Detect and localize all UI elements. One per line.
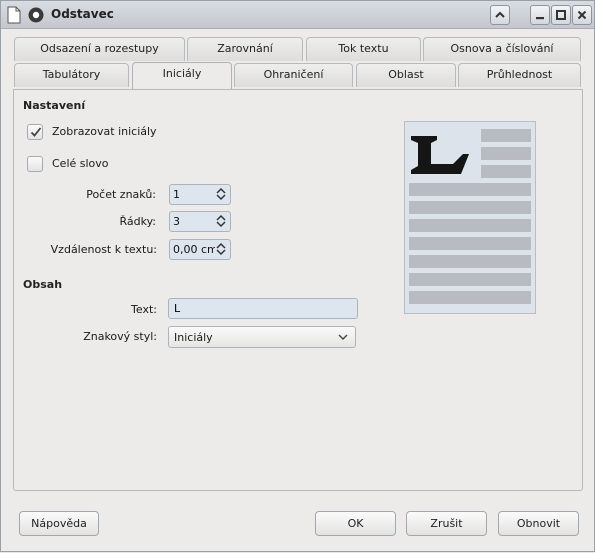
char-style-combobox[interactable]: Iniciály	[168, 326, 356, 348]
char-style-label: Znakový styl:	[83, 330, 157, 343]
text-field[interactable]	[168, 298, 358, 319]
show-initials-checkbox[interactable]	[27, 124, 43, 140]
contents-heading: Obsah	[23, 278, 63, 291]
char-style-value: Iniciály	[174, 331, 213, 344]
spin-up-icon[interactable]	[215, 241, 228, 249]
distance-spinner[interactable]	[169, 239, 231, 260]
spin-down-icon[interactable]	[215, 249, 228, 257]
whole-word-checkbox-row[interactable]: Celé slovo	[27, 156, 167, 174]
whole-word-label: Celé slovo	[52, 157, 109, 170]
spin-down-icon[interactable]	[215, 221, 228, 229]
text-input[interactable]	[174, 301, 344, 316]
distance-label: Vzdálenost k textu:	[50, 243, 157, 256]
show-initials-checkbox-row[interactable]: Zobrazovat iniciály	[27, 124, 227, 142]
settings-heading: Nastavení	[23, 99, 86, 112]
whole-word-checkbox[interactable]	[27, 156, 43, 172]
text-label: Text:	[131, 303, 157, 316]
chevron-down-icon	[338, 334, 348, 340]
drop-cap-preview	[404, 121, 536, 314]
checkmark-icon	[30, 127, 42, 137]
drop-cap-letter-graphic	[411, 136, 469, 174]
lines-input[interactable]	[173, 214, 215, 229]
distance-input[interactable]	[173, 242, 215, 257]
spin-up-icon[interactable]	[215, 186, 228, 194]
show-initials-label: Zobrazovat iniciály	[52, 125, 157, 138]
lines-label: Řádky:	[119, 215, 156, 228]
paragraph-dialog: Odstavec Odsazení a rozestupy Zarovnání …	[0, 0, 595, 552]
spin-down-icon[interactable]	[215, 194, 228, 202]
spin-up-icon[interactable]	[215, 213, 228, 221]
char-count-spinner[interactable]	[169, 184, 231, 205]
char-count-input[interactable]	[173, 187, 215, 202]
lines-spinner[interactable]	[169, 211, 231, 232]
char-count-label: Počet znaků:	[86, 188, 156, 201]
